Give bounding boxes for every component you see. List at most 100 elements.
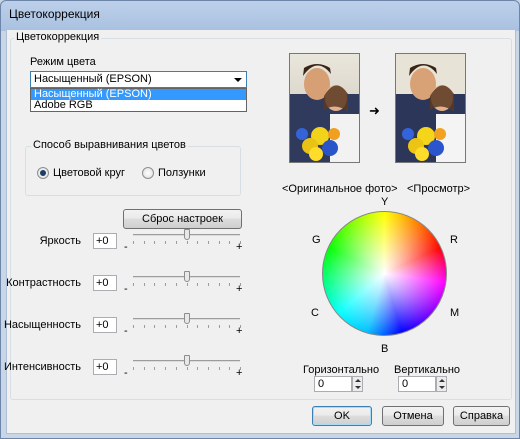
slider-tick bbox=[154, 325, 155, 328]
slider-value-input[interactable]: +0 bbox=[93, 233, 117, 249]
wheel-label-r: R bbox=[450, 234, 458, 246]
horizontal-input[interactable]: 0 bbox=[314, 376, 352, 392]
preview-photo bbox=[395, 53, 466, 163]
slider-tick bbox=[208, 325, 209, 328]
slider-tick bbox=[219, 241, 220, 244]
wheel-label-m: M bbox=[450, 307, 460, 319]
slider-tick bbox=[197, 241, 198, 244]
help-button[interactable]: Справка bbox=[453, 406, 510, 426]
slider-tick bbox=[133, 283, 134, 286]
sliders-radio[interactable] bbox=[142, 167, 154, 179]
slider-value-input[interactable]: +0 bbox=[93, 317, 117, 333]
slider-tick bbox=[240, 241, 241, 244]
slider-label: Насыщенность bbox=[3, 319, 81, 331]
cancel-button[interactable]: Отмена bbox=[382, 406, 444, 426]
slider-thumb[interactable] bbox=[183, 271, 190, 282]
main-group-label: Цветокоррекция bbox=[14, 31, 102, 43]
slider-tick bbox=[176, 241, 177, 244]
sliders-radio-label[interactable]: Ползунки bbox=[158, 167, 206, 179]
slider-tick bbox=[208, 367, 209, 370]
right-arrow-icon: ➜ bbox=[369, 103, 380, 118]
slider-tick bbox=[240, 283, 241, 286]
slider-tick bbox=[144, 283, 145, 286]
color-mode-dropdown: Насыщенный (EPSON) Adobe RGB bbox=[30, 88, 247, 112]
dialog-client: Цветокоррекция Режим цвета Способ выравн… bbox=[3, 29, 516, 434]
color-mode-selected: Насыщенный (EPSON) bbox=[34, 73, 152, 85]
slider-thumb[interactable] bbox=[183, 313, 190, 324]
slider-tick bbox=[154, 367, 155, 370]
minus-sign: - bbox=[124, 325, 128, 337]
alignment-group-label: Способ выравнивания цветов bbox=[31, 139, 188, 151]
slider-thumb[interactable] bbox=[183, 355, 190, 366]
slider-tick bbox=[219, 367, 220, 370]
slider-thumb[interactable] bbox=[183, 229, 190, 240]
wheel-label-y: Y bbox=[381, 196, 389, 208]
slider-tick bbox=[229, 325, 230, 328]
color-wheel-radio[interactable] bbox=[37, 167, 49, 179]
slider-tick bbox=[165, 325, 166, 328]
slider-tick bbox=[144, 241, 145, 244]
slider-tick bbox=[219, 283, 220, 286]
slider-label: Яркость bbox=[39, 235, 81, 247]
slider-tick bbox=[165, 367, 166, 370]
minus-sign: - bbox=[124, 367, 128, 379]
reset-button[interactable]: Сброс настроек bbox=[123, 209, 242, 229]
slider-tick bbox=[187, 241, 188, 244]
slider-tick bbox=[133, 241, 134, 244]
slider-tick bbox=[208, 283, 209, 286]
slider-tick bbox=[197, 367, 198, 370]
wheel-label-g: G bbox=[312, 234, 321, 246]
chevron-down-icon[interactable] bbox=[234, 78, 242, 82]
minus-sign: - bbox=[124, 283, 128, 295]
horizontal-label: Горизонтально bbox=[303, 364, 380, 376]
slider-tick bbox=[229, 367, 230, 370]
original-photo-label: <Оригинальное фото> bbox=[282, 183, 398, 195]
slider-tick bbox=[187, 367, 188, 370]
slider-label: Контрастность bbox=[6, 277, 81, 289]
wheel-center-mark: + bbox=[381, 266, 389, 280]
vertical-input[interactable]: 0 bbox=[398, 376, 436, 392]
slider-tick bbox=[133, 367, 134, 370]
color-mode-option[interactable]: Adobe RGB bbox=[31, 100, 246, 111]
slider-tick bbox=[144, 325, 145, 328]
slider-label: Интенсивность bbox=[3, 361, 81, 373]
color-wheel-radio-label[interactable]: Цветовой круг bbox=[53, 167, 125, 179]
slider-tick bbox=[176, 325, 177, 328]
vertical-spinner[interactable] bbox=[436, 376, 447, 392]
slider-tick bbox=[219, 325, 220, 328]
minus-sign: - bbox=[124, 241, 128, 253]
color-mode-label: Режим цвета bbox=[30, 56, 96, 68]
color-mode-select[interactable]: Насыщенный (EPSON) bbox=[30, 71, 247, 88]
slider-tick bbox=[240, 367, 241, 370]
slider-tick bbox=[165, 241, 166, 244]
wheel-label-b: B bbox=[381, 343, 389, 355]
slider-tick bbox=[240, 325, 241, 328]
window-title: Цветокоррекция bbox=[9, 7, 100, 21]
slider-tick bbox=[208, 241, 209, 244]
slider-tick bbox=[197, 325, 198, 328]
horizontal-spinner[interactable] bbox=[352, 376, 363, 392]
vertical-label: Вертикально bbox=[394, 364, 461, 376]
preview-photo-label: <Просмотр> bbox=[407, 183, 471, 195]
slider-tick bbox=[229, 241, 230, 244]
slider-tick bbox=[229, 283, 230, 286]
original-photo bbox=[289, 53, 360, 163]
slider-tick bbox=[187, 325, 188, 328]
slider-tick bbox=[154, 283, 155, 286]
slider-value-input[interactable]: +0 bbox=[93, 359, 117, 375]
slider-tick bbox=[176, 283, 177, 286]
ok-button[interactable]: OK bbox=[312, 406, 372, 426]
slider-tick bbox=[133, 325, 134, 328]
slider-tick bbox=[144, 367, 145, 370]
preview-photo-image bbox=[396, 54, 465, 162]
wheel-label-c: C bbox=[311, 307, 319, 319]
slider-tick bbox=[187, 283, 188, 286]
title-bar[interactable]: Цветокоррекция bbox=[1, 1, 519, 29]
slider-tick bbox=[165, 283, 166, 286]
slider-tick bbox=[176, 367, 177, 370]
slider-value-input[interactable]: +0 bbox=[93, 275, 117, 291]
slider-tick bbox=[197, 283, 198, 286]
slider-tick bbox=[154, 241, 155, 244]
original-photo-image bbox=[290, 54, 359, 162]
dialog-window: Цветокоррекция Цветокоррекция Режим цвет… bbox=[0, 0, 520, 439]
